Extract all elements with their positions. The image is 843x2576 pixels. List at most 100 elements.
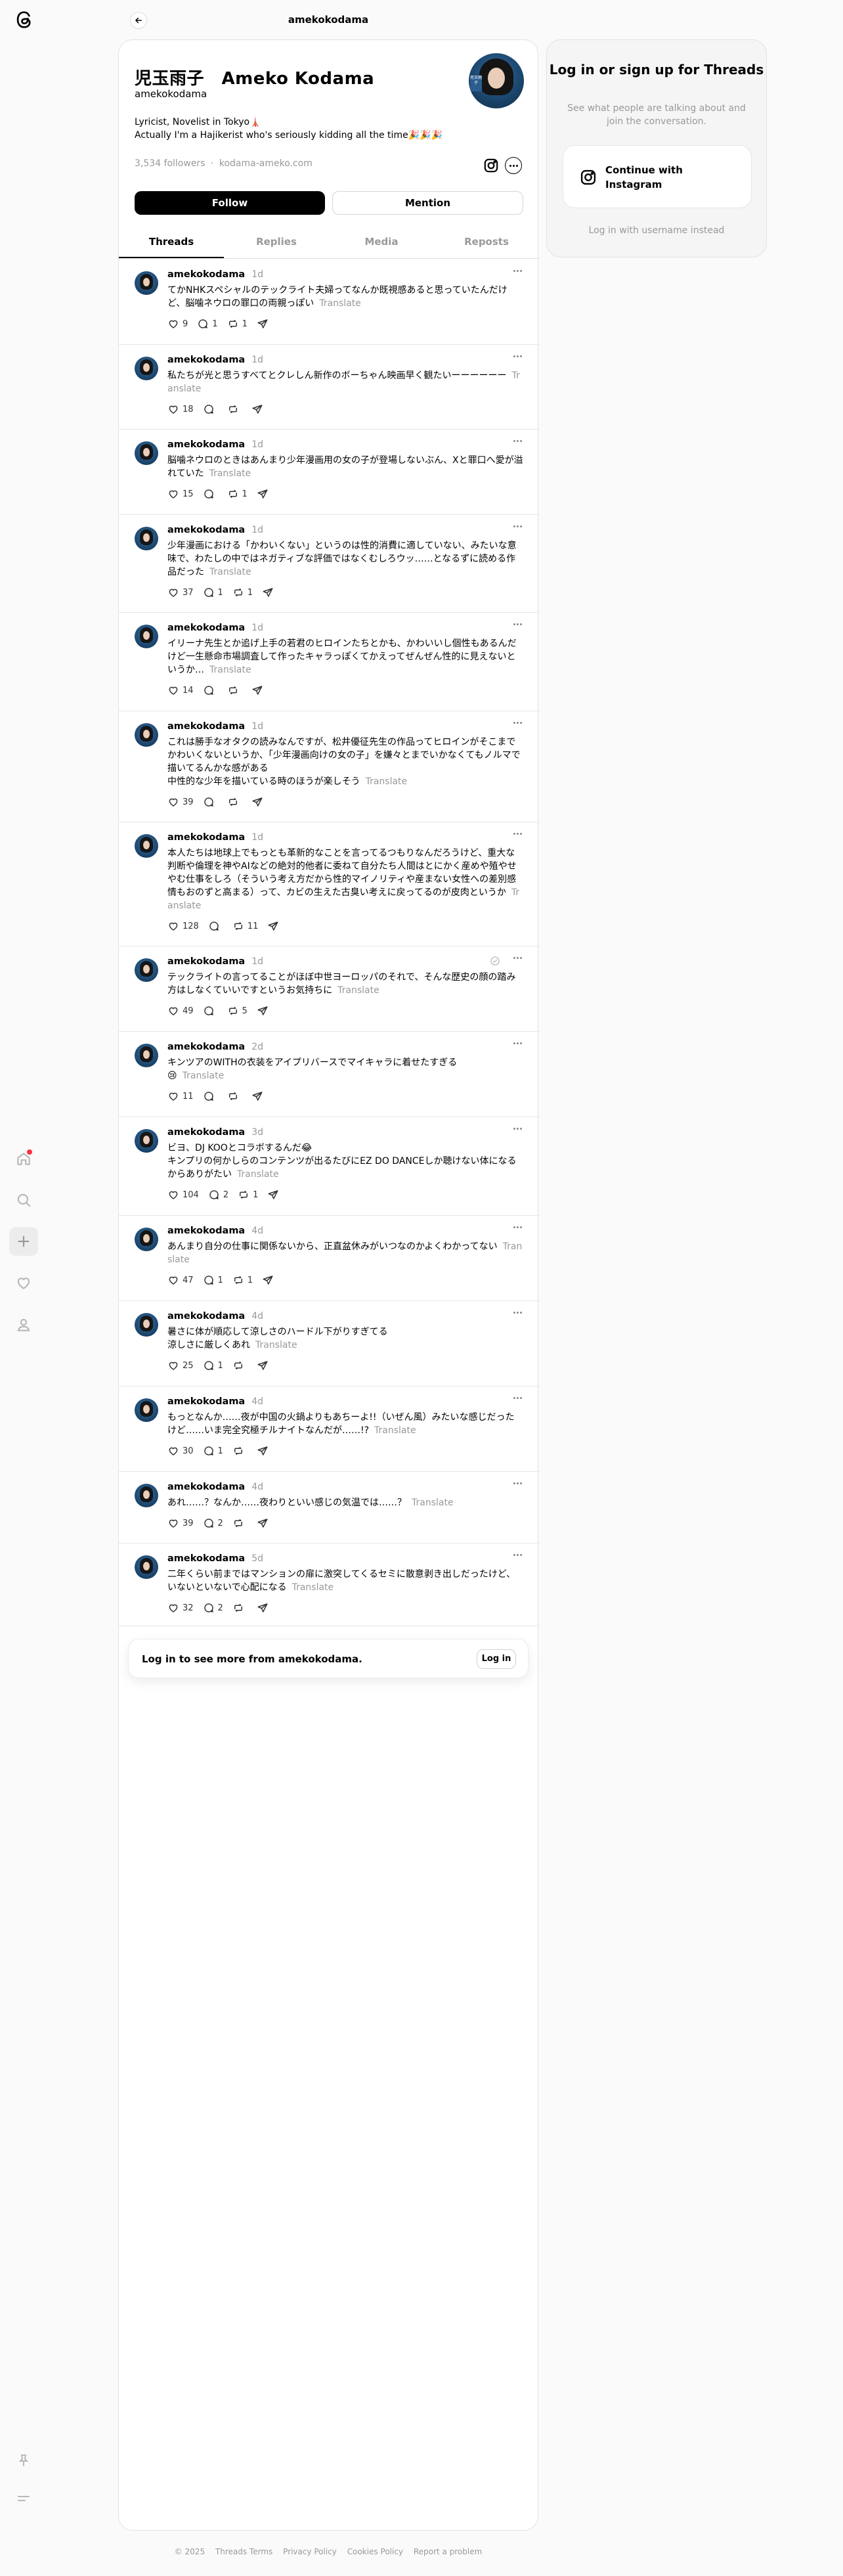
- like-button[interactable]: 14: [167, 684, 194, 696]
- share-button[interactable]: [262, 587, 277, 598]
- post-more-button[interactable]: [513, 1397, 522, 1399]
- repost-button[interactable]: 1: [232, 1274, 253, 1286]
- footer-terms-link[interactable]: Threads Terms: [215, 2547, 272, 2556]
- share-button[interactable]: [251, 684, 267, 696]
- post[interactable]: amekokodama 1d 脳噛ネウロのときはあんまり少年漫画用の女の子が登場しな…: [119, 430, 539, 515]
- threads-logo-icon[interactable]: [13, 9, 35, 31]
- post[interactable]: amekokodama 5d 二年くらい前まではマンションの扉に激突してくるセミに散…: [119, 1543, 539, 1626]
- post-avatar[interactable]: [135, 625, 158, 648]
- post-username[interactable]: amekokodama: [167, 1553, 245, 1564]
- followers-count[interactable]: 3,534 followers: [135, 158, 205, 169]
- post-avatar[interactable]: [135, 271, 158, 295]
- translate-link[interactable]: Translate: [412, 1498, 454, 1508]
- like-button[interactable]: 37: [167, 587, 194, 598]
- reply-button[interactable]: [203, 403, 218, 415]
- post-avatar[interactable]: [135, 958, 158, 982]
- post-time[interactable]: 3d: [251, 1127, 263, 1138]
- like-button[interactable]: 30: [167, 1445, 194, 1457]
- share-button[interactable]: [257, 1517, 272, 1529]
- post-username[interactable]: amekokodama: [167, 832, 245, 843]
- post-time[interactable]: 1d: [251, 525, 263, 535]
- post-more-button[interactable]: [513, 957, 522, 959]
- like-button[interactable]: 9: [167, 318, 188, 330]
- translate-link[interactable]: Translate: [292, 1582, 334, 1593]
- post[interactable]: amekokodama 4d 暑さに体が順応して涼しさのハードル下がりすぎてる 涼し…: [119, 1301, 539, 1387]
- nav-home[interactable]: [9, 1144, 38, 1173]
- post-username[interactable]: amekokodama: [167, 1127, 245, 1138]
- post-time[interactable]: 1d: [251, 439, 263, 450]
- post-username[interactable]: amekokodama: [167, 355, 245, 365]
- nav-profile[interactable]: [9, 1310, 38, 1339]
- more-options-button[interactable]: [505, 157, 522, 174]
- post-avatar[interactable]: [135, 1398, 158, 1422]
- repost-button[interactable]: [227, 1090, 242, 1102]
- profile-link[interactable]: kodama-ameko.com: [219, 158, 313, 169]
- post-more-button[interactable]: [513, 1226, 522, 1228]
- post-avatar[interactable]: [135, 1555, 158, 1579]
- translate-link[interactable]: Translate: [337, 985, 379, 996]
- post-username[interactable]: amekokodama: [167, 1226, 245, 1236]
- post-more-button[interactable]: [513, 525, 522, 527]
- post-username[interactable]: amekokodama: [167, 721, 245, 732]
- share-button[interactable]: [262, 1274, 277, 1286]
- like-button[interactable]: 15: [167, 488, 194, 500]
- reply-button[interactable]: 2: [208, 1189, 228, 1201]
- repost-button[interactable]: 1: [238, 1189, 258, 1201]
- post[interactable]: amekokodama 1d これは勝手なオタクの読みなんですが、松井優征先生の作品…: [119, 711, 539, 822]
- post-more-button[interactable]: [513, 833, 522, 835]
- post[interactable]: amekokodama 4d あれ……？なんか……夜わりといい感じの気温では……？ T…: [119, 1472, 539, 1543]
- mention-button[interactable]: Mention: [332, 191, 523, 215]
- reply-button[interactable]: [203, 684, 218, 696]
- repost-button[interactable]: [227, 684, 242, 696]
- share-button[interactable]: [257, 1005, 272, 1017]
- nav-pin[interactable]: [9, 2446, 38, 2475]
- post-time[interactable]: 5d: [251, 1553, 263, 1564]
- post-username[interactable]: amekokodama: [167, 623, 245, 633]
- post-avatar[interactable]: [135, 1228, 158, 1251]
- share-button[interactable]: [267, 1189, 282, 1201]
- reply-button[interactable]: 1: [203, 1445, 223, 1457]
- translate-link[interactable]: Translate: [255, 1340, 297, 1350]
- post-avatar[interactable]: [135, 1313, 158, 1337]
- tab-media[interactable]: Media: [329, 226, 434, 258]
- post-more-button[interactable]: [513, 1312, 522, 1314]
- like-button[interactable]: 32: [167, 1602, 194, 1614]
- post[interactable]: amekokodama 1d 少年漫画における「かわいくない」というのは性的消費に適…: [119, 515, 539, 613]
- reply-button[interactable]: [203, 1005, 218, 1017]
- reply-button[interactable]: 1: [203, 1360, 223, 1371]
- share-button[interactable]: [251, 1090, 267, 1102]
- translate-link[interactable]: Translate: [366, 776, 408, 787]
- post-avatar[interactable]: [135, 1044, 158, 1067]
- repost-button[interactable]: [232, 1445, 248, 1457]
- translate-link[interactable]: Translate: [183, 1071, 225, 1081]
- footer-cookies-link[interactable]: Cookies Policy: [347, 2547, 403, 2556]
- username-login-link[interactable]: Log in with username instead: [547, 225, 766, 236]
- post-more-button[interactable]: [513, 1482, 522, 1484]
- post-more-button[interactable]: [513, 722, 522, 724]
- share-button[interactable]: [257, 318, 272, 330]
- post-username[interactable]: amekokodama: [167, 1042, 245, 1052]
- follow-button[interactable]: Follow: [135, 191, 325, 215]
- repost-button[interactable]: [227, 796, 242, 808]
- post-more-button[interactable]: [513, 440, 522, 442]
- translate-link[interactable]: Translate: [209, 468, 251, 479]
- nav-menu[interactable]: [9, 2484, 38, 2513]
- tab-threads[interactable]: Threads: [119, 226, 224, 258]
- like-button[interactable]: 18: [167, 403, 194, 415]
- share-button[interactable]: [267, 920, 282, 932]
- post-time[interactable]: 1d: [251, 956, 263, 967]
- reply-button[interactable]: 1: [197, 318, 218, 330]
- like-button[interactable]: 49: [167, 1005, 194, 1017]
- post-username[interactable]: amekokodama: [167, 269, 245, 280]
- profile-avatar[interactable]: 児玉雨子: [469, 53, 524, 108]
- post-time[interactable]: 1d: [251, 623, 263, 633]
- reply-button[interactable]: [208, 920, 223, 932]
- share-button[interactable]: [257, 488, 272, 500]
- post[interactable]: amekokodama 4d あんまり自分の仕事に関係ないから、正直盆休みがいつなの…: [119, 1216, 539, 1301]
- repost-button[interactable]: 1: [232, 587, 253, 598]
- post-username[interactable]: amekokodama: [167, 956, 245, 967]
- footer-privacy-link[interactable]: Privacy Policy: [283, 2547, 337, 2556]
- nav-create[interactable]: [9, 1227, 38, 1256]
- post[interactable]: amekokodama 2d キンツアのWITHの衣装をアイプリバースでマイキャラに…: [119, 1032, 539, 1117]
- reply-button[interactable]: 2: [203, 1517, 223, 1529]
